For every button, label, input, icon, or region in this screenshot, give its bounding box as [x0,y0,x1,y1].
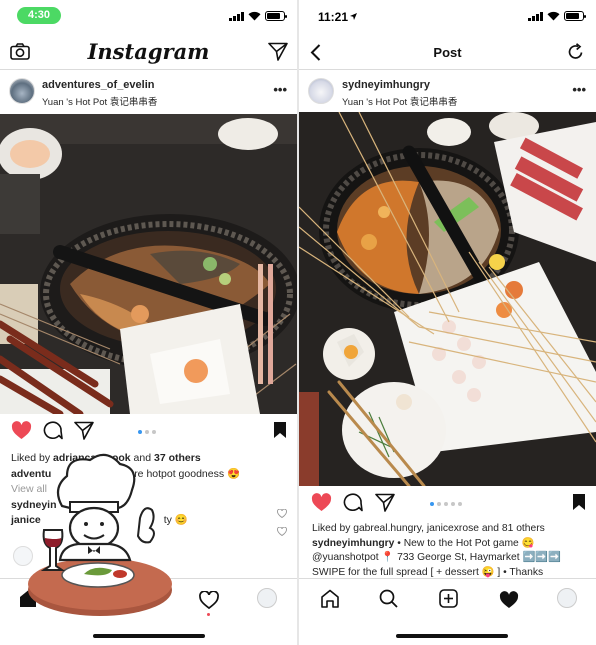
tab-bar [299,578,596,620]
battery-icon [265,11,287,21]
status-time: 11:21 [318,10,349,24]
comment-icon[interactable] [343,493,363,512]
location-arrow-icon [350,13,357,20]
photo-pagination [138,430,156,434]
post-username[interactable]: adventures_of_evelin [42,79,155,91]
signal-icon [528,12,543,21]
profile-icon[interactable] [557,588,577,608]
send-icon[interactable] [268,42,288,61]
caption-line: sydneyimhungry • New to the Hot Pot game… [312,537,590,552]
status-icons [528,11,586,21]
status-bar: 11:21 [299,0,596,34]
comment-like-icon[interactable] [277,527,287,536]
comment-like-icon[interactable] [277,509,287,518]
activity-icon[interactable] [199,591,219,609]
post-actions [0,414,297,450]
wifi-icon [547,11,560,21]
caption-line: @yuanshotpot 📍 733 George St, Haymarket … [312,552,561,563]
more-icon[interactable]: ••• [273,82,287,97]
top-bar: Instagram [0,34,297,70]
likes-mid: and [478,523,502,534]
avatar[interactable] [9,78,35,104]
caption-text: • New to the Hot Pot game 😋 [394,537,535,549]
caption-user[interactable]: sydneyimhungry [312,538,394,549]
signal-icon [229,12,244,21]
status-time: 4:30 [17,7,61,24]
post-actions [299,486,596,522]
wifi-icon [248,11,261,21]
post-caption: Liked by gabreal.hungry, janicexrose and… [312,522,590,580]
post-header: adventures_of_evelin Yuan 's Hot Pot 袁记串… [0,70,297,114]
post-username[interactable]: sydneyimhungry [342,79,430,91]
comment-icon[interactable] [43,421,63,440]
post-header: sydneyimhungry Yuan 's Hot Pot 袁记串串香 ••• [299,70,596,112]
battery-icon [564,11,586,21]
status-bar: 4:30 [0,0,297,34]
home-indicator [93,634,205,638]
search-icon[interactable] [379,589,398,608]
top-bar: Post [299,34,596,70]
post-location[interactable]: Yuan 's Hot Pot 袁记串串香 [42,94,157,108]
bookmark-icon[interactable] [273,421,287,439]
status-icons [229,11,287,21]
hotpot-photo-art [0,114,297,414]
more-icon[interactable]: ••• [572,82,586,97]
home-indicator [396,634,508,638]
likes-count[interactable]: 81 others [502,523,545,534]
photo-pagination [430,502,462,506]
app-logo: Instagram [87,39,210,64]
post-photo[interactable] [0,114,297,414]
add-icon[interactable] [439,589,458,608]
bookmark-icon[interactable] [572,493,586,511]
heart-icon[interactable] [11,421,32,440]
activity-badge [207,613,210,616]
likes-prefix: Liked by [312,523,354,534]
right-screenshot: 11:21 Post sydneyimhungry Yuan 's Hot Po… [299,0,596,645]
likes-user[interactable]: gabreal.hungry, janicexrose [353,523,479,534]
page-title: Post [433,45,462,60]
post-location[interactable]: Yuan 's Hot Pot 袁记串串香 [342,94,457,108]
likes-line: Liked by gabreal.hungry, janicexrose and… [312,522,590,537]
send-icon[interactable] [74,421,94,440]
heart-icon[interactable] [311,493,332,512]
avatar[interactable] [308,78,334,104]
send-icon[interactable] [375,493,395,512]
hotpot-photo-art [299,112,596,486]
post-photo[interactable] [299,112,596,486]
chef-icon [28,453,172,616]
profile-icon[interactable] [257,588,277,608]
activity-icon[interactable] [499,591,519,609]
refresh-icon[interactable] [568,43,584,60]
home-icon[interactable] [320,589,340,608]
